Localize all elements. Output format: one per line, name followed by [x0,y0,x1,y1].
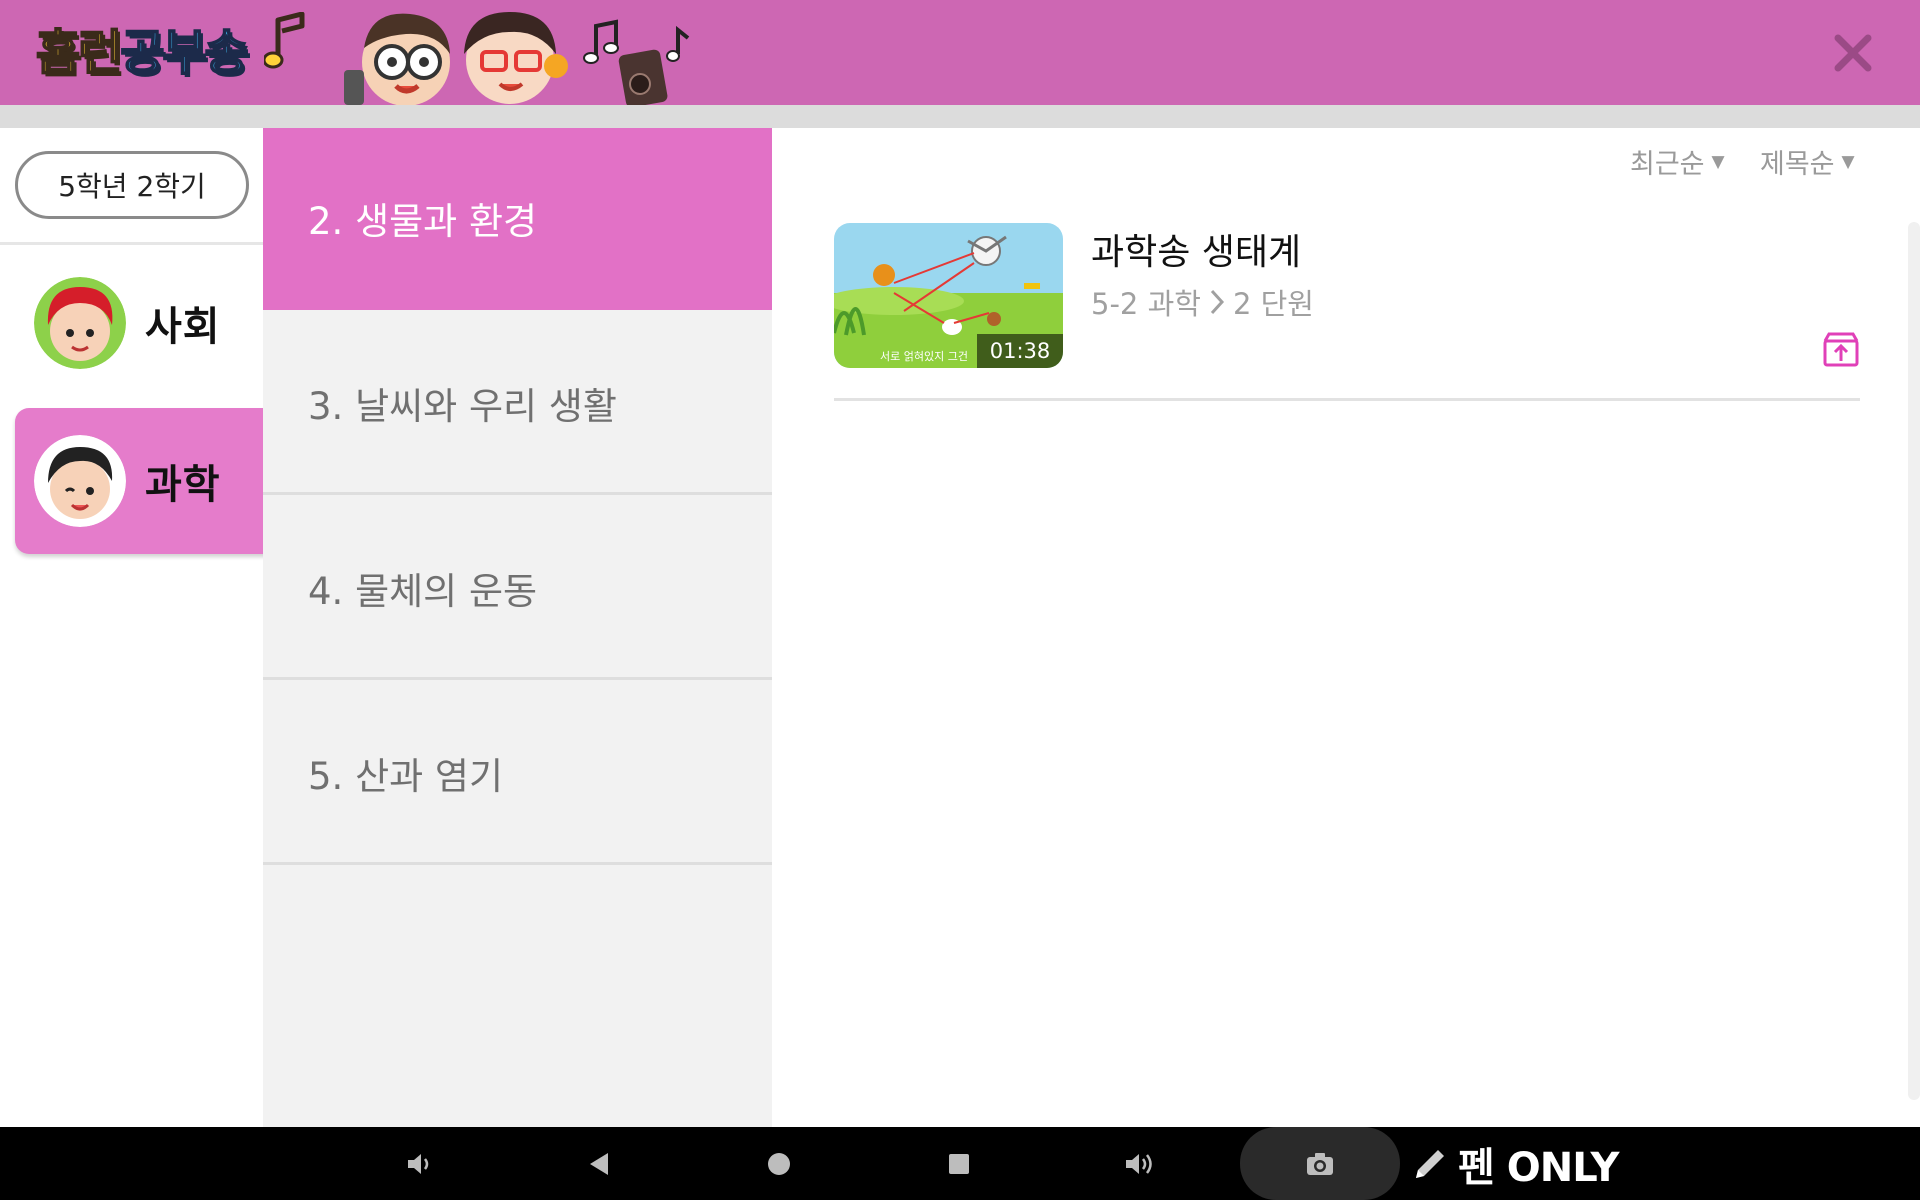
dropdown-arrow-icon: ▼ [1841,151,1855,172]
boy-black-hair-icon [34,435,126,527]
video-card[interactable]: 서로 얽혀있지 그건 01:38 과학송 생태계 5-2 과학 2 단원 [834,223,1860,404]
pen-only-label: 펜 ONLY [1458,1144,1619,1191]
chevron-right-icon [1210,289,1224,315]
video-breadcrumb: 5-2 과학 2 단원 [1091,281,1314,323]
boy-red-hair-icon [34,277,126,369]
system-nav-bar: 펜 ONLY [0,1127,1920,1200]
volume-up-button[interactable] [1114,1139,1164,1189]
avatar [34,435,126,527]
sidebar-divider [0,242,263,245]
back-triangle-icon [590,1153,608,1175]
characters-illustration [344,12,690,105]
dropdown-arrow-icon: ▼ [1711,151,1725,172]
camera-icon [1307,1152,1333,1175]
breadcrumb-grade-subject: 5-2 과학 [1091,287,1201,321]
recents-button[interactable] [934,1139,984,1189]
sort-recent-label: 최근순 [1630,149,1705,180]
back-button[interactable] [574,1139,624,1189]
close-icon [1834,34,1872,72]
share-button[interactable] [1822,331,1860,367]
header-divider [0,105,1920,128]
volume-up-icon [1126,1154,1152,1174]
chapter-item[interactable]: 5. 산과 염기 [263,683,772,865]
pencil-icon [1416,1149,1444,1178]
video-thumbnail[interactable]: 서로 얽혀있지 그건 01:38 [834,223,1063,368]
home-circle-icon [768,1153,790,1175]
video-title: 과학송 생태계 [1091,232,1302,273]
upload-box-icon [1823,332,1859,367]
sort-title-dropdown[interactable]: 제목순 ▼ [1760,142,1855,181]
app-root: 홈런 공부송 5학년 2학기 사회 과학 2. 생물과 환경 3. 날씨와 우리… [0,0,1920,1200]
recents-square-icon [949,1154,969,1174]
volume-down-icon [408,1154,429,1174]
volume-down-button[interactable] [394,1139,444,1189]
logo-text-part1: 홈런 [35,25,123,81]
close-button[interactable] [1826,26,1880,80]
video-duration-badge: 01:38 [977,334,1063,368]
grade-selector-button[interactable]: 5학년 2학기 [15,151,249,219]
subject-item-science[interactable]: 과학 [15,408,276,554]
chapter-item[interactable]: 4. 물체의 운동 [263,498,772,680]
breadcrumb-unit: 2 단원 [1232,287,1314,321]
avatar [34,277,126,369]
pen-only-toggle[interactable]: 펜 ONLY [1410,1127,1619,1200]
card-divider [834,398,1860,401]
subject-label: 사회 [145,304,221,350]
app-header: 홈런 공부송 [0,0,1920,105]
music-note-icon [264,12,305,69]
chapter-item[interactable]: 3. 날씨와 우리 생활 [263,313,772,495]
subject-label: 과학 [145,462,221,508]
chapter-list: 2. 생물과 환경 3. 날씨와 우리 생활 4. 물체의 운동 5. 산과 염… [263,128,772,1127]
sort-recent-dropdown[interactable]: 최근순 ▼ [1630,142,1725,181]
thumbnail-caption: 서로 얽혀있지 그건 [880,350,968,363]
sort-title-label: 제목순 [1760,149,1835,180]
subject-item-social[interactable]: 사회 [15,250,276,396]
scrollbar[interactable] [1908,222,1920,1100]
home-button[interactable] [754,1139,804,1189]
chapter-item[interactable]: 2. 생물과 환경 [263,128,772,310]
screenshot-button[interactable] [1240,1127,1400,1200]
video-list-panel: 최근순 ▼ 제목순 ▼ 서로 얽혀있지 그건 01:38 과학송 생태계 5-2… [772,128,1920,1127]
logo-text-part2: 공부송 [119,25,249,81]
subject-sidebar: 5학년 2학기 사회 과학 [0,128,276,1127]
app-logo: 홈런 공부송 [35,12,305,88]
